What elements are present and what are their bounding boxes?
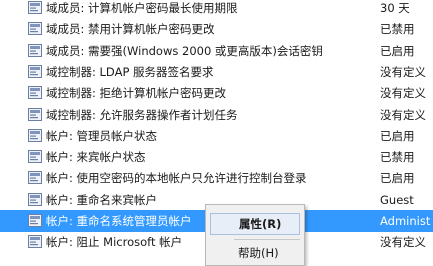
- policy-row[interactable]: 域成员: 需要强(Windows 2000 或更高版本)会话密钥 已启用: [0, 40, 433, 62]
- policy-setting: 已启用: [380, 128, 415, 143]
- policy-setting: 已禁用: [380, 22, 415, 37]
- policy-icon: [28, 1, 42, 14]
- policy-name: 域成员: 计算机帐户密码最长使用期限: [46, 1, 238, 15]
- policy-row[interactable]: 帐户: 使用空密码的本地帐户只允许进行控制台登录 已启用: [0, 167, 433, 189]
- policy-setting: 没有定义: [380, 107, 426, 122]
- policy-name: 帐户: 重命名来宾帐户: [46, 192, 158, 207]
- policy-icon: [28, 235, 42, 249]
- policy-name: 帐户: 管理员帐户状态: [46, 128, 158, 143]
- policy-name: 域成员: 禁用计算机帐户密码更改: [46, 22, 215, 37]
- context-menu: 属性(R) 帮助(H): [205, 204, 305, 266]
- policy-icon: [28, 192, 42, 206]
- policy-setting: 已启用: [380, 171, 415, 186]
- policy-row[interactable]: 域控制器: LDAP 服务器签名要求 没有定义: [0, 61, 433, 83]
- policy-setting: 已启用: [380, 43, 415, 58]
- policy-setting: 没有定义: [380, 235, 426, 250]
- policy-name: 帐户: 使用空密码的本地帐户只允许进行控制台登录: [46, 171, 307, 186]
- policy-name: 帐户: 阻止 Microsoft 帐户: [46, 235, 183, 250]
- policy-name: 域控制器: 允许服务器操作者计划任务: [46, 107, 238, 122]
- policy-icon: [28, 107, 42, 121]
- policy-setting: Administ: [380, 214, 431, 228]
- policy-name: 帐户: 来宾帐户状态: [46, 150, 146, 165]
- policy-name: 域控制器: LDAP 服务器签名要求: [46, 64, 214, 79]
- policy-row[interactable]: 域控制器: 拒绝计算机帐户密码更改 没有定义: [0, 82, 433, 104]
- policy-setting: Guest: [380, 192, 414, 207]
- policy-row[interactable]: 帐户: 来宾帐户状态 已禁用: [0, 146, 433, 168]
- policy-icon: [28, 43, 42, 57]
- policy-icon: [28, 22, 42, 36]
- policy-icon: [28, 64, 42, 78]
- policy-row[interactable]: 域成员: 禁用计算机帐户密码更改 已禁用: [0, 18, 433, 40]
- policy-setting: 没有定义: [380, 64, 426, 79]
- menu-item-help[interactable]: 帮助(H): [210, 243, 300, 265]
- policy-icon: [28, 171, 42, 185]
- policy-icon: [28, 86, 42, 100]
- policy-name: 域控制器: 拒绝计算机帐户密码更改: [46, 86, 227, 101]
- policy-name: 域成员: 需要强(Windows 2000 或更高版本)会话密钥: [46, 43, 323, 58]
- policy-setting: 已禁用: [380, 150, 415, 165]
- policy-row[interactable]: 帐户: 管理员帐户状态 已启用: [0, 125, 433, 147]
- menu-item-properties[interactable]: 属性(R): [210, 213, 300, 235]
- policy-setting: 没有定义: [380, 86, 426, 101]
- policy-icon: [28, 128, 42, 142]
- policy-row[interactable]: 域成员: 计算机帐户密码最长使用期限 30 天: [0, 0, 433, 19]
- policy-icon: [28, 214, 42, 227]
- menu-separator: [234, 239, 300, 240]
- policy-icon: [28, 150, 42, 164]
- policy-setting: 30 天: [380, 1, 410, 15]
- policy-name: 帐户: 重命名系统管理员帐户: [46, 214, 192, 228]
- policy-row[interactable]: 域控制器: 允许服务器操作者计划任务 没有定义: [0, 104, 433, 126]
